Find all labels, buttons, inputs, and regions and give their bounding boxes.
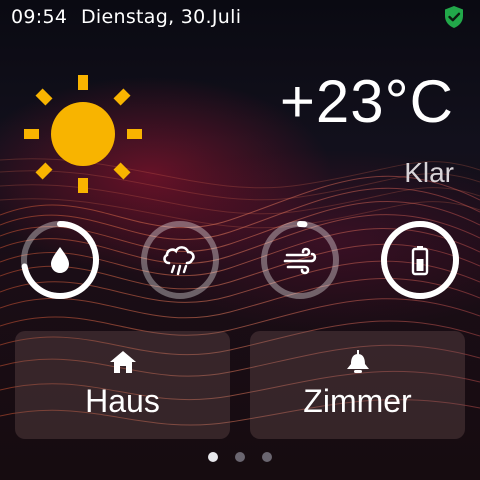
tile-label: Haus <box>85 383 160 419</box>
humidity-ring[interactable] <box>19 219 101 301</box>
water-drop-icon <box>51 247 69 273</box>
wind-icon <box>283 247 317 275</box>
page-dot[interactable] <box>235 452 245 462</box>
status-time: 09:54 <box>11 6 68 28</box>
home-icon <box>109 351 136 373</box>
battery-icon <box>411 246 429 276</box>
weather-condition: Klar <box>404 157 454 188</box>
cloud-rain-icon <box>163 246 195 276</box>
tile-haus[interactable]: Haus <box>15 331 230 439</box>
status-bar: 09:54 Dienstag, 30.Juli <box>0 0 480 34</box>
sun-icon <box>24 75 142 193</box>
wind-ring[interactable] <box>259 219 341 301</box>
tile-zimmer[interactable]: Zimmer <box>250 331 465 439</box>
precipitation-ring[interactable] <box>139 219 221 301</box>
bell-icon <box>346 350 369 373</box>
status-date: Dienstag, 30.Juli <box>81 6 242 28</box>
shield-check-icon[interactable] <box>443 5 465 29</box>
tile-label: Zimmer <box>303 383 412 419</box>
temperature: +23°C <box>279 68 454 135</box>
page-dot[interactable] <box>208 452 218 462</box>
page-indicator <box>0 452 480 464</box>
page-dot[interactable] <box>262 452 272 462</box>
battery-ring[interactable] <box>379 219 461 301</box>
